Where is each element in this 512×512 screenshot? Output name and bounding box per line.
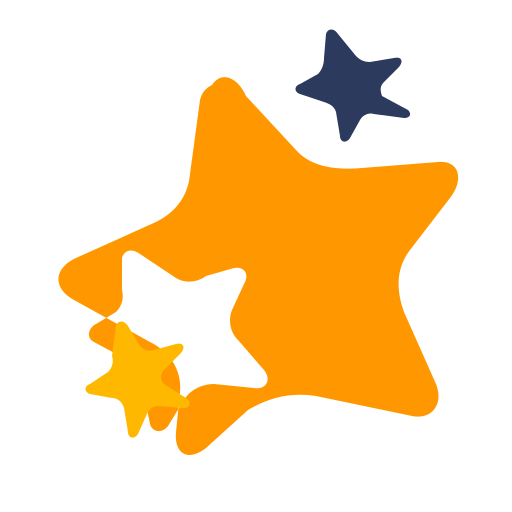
- logo-canvas: [0, 0, 512, 512]
- navy-star-icon: [295, 29, 411, 142]
- stars-logo-icon: [58, 29, 459, 455]
